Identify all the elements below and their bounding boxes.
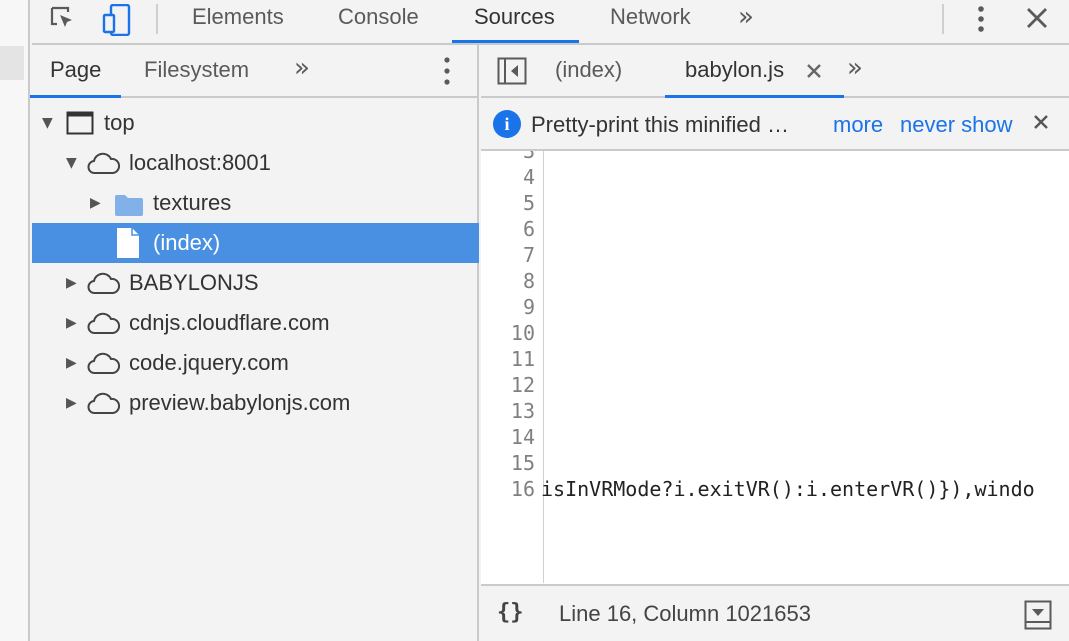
tab-elements-label: Elements [192,4,284,29]
tab-filesystem[interactable]: Filesystem [144,57,249,83]
close-infobar-icon[interactable] [1033,114,1049,135]
editor-tab-label: (index) [555,57,623,82]
infobar-never-show-link[interactable]: never show [900,112,1013,138]
close-devtools-icon[interactable] [1024,5,1054,35]
frame-icon [66,111,94,141]
kebab-menu-icon[interactable] [968,4,994,34]
left-panel-selected-row [0,46,24,80]
toggle-navigator-icon[interactable] [497,57,527,90]
more-tabs-icon[interactable]: » [294,53,310,83]
line-number: 6 [522,217,535,241]
more-tabs-icon[interactable]: » [738,2,754,32]
more-tabs-icon[interactable]: » [847,53,863,83]
line-number: 14 [510,425,535,449]
info-icon: i [493,110,521,138]
editor-statusbar: {} Line 16, Column 1021653 [481,584,1069,641]
tree-item-label: preview.babylonjs.com [129,390,351,415]
kebab-menu-icon[interactable] [436,55,458,92]
code-area[interactable]: 3 4 5 6 7 8 9 10 11 12 13 14 15 16 isInV… [481,151,1069,583]
file-icon [116,227,140,265]
navigator-tabbar: Page Filesystem » [30,45,477,98]
cloud-icon [86,312,122,342]
line-number: 12 [510,373,535,397]
toolbar-divider [156,4,158,34]
left-panel-edge [0,0,30,641]
editor-tab-babylonjs[interactable]: babylon.js [665,57,845,98]
cursor-position: Line 16, Column 1021653 [559,601,811,626]
toolbar-divider [942,4,944,34]
tree-item-textures[interactable]: ▶ textures [32,183,479,223]
tab-sources[interactable]: Sources [452,0,579,43]
inspect-element-icon[interactable] [48,4,78,34]
line-number: 9 [522,295,535,319]
collapsed-arrow-icon[interactable]: ▶ [66,383,77,423]
tree-item-babylonjs[interactable]: ▶ BABYLONJS [32,263,479,303]
collapsed-arrow-icon[interactable]: ▶ [66,303,77,343]
cloud-icon [86,152,122,182]
expanded-arrow-icon[interactable]: ▼ [42,103,53,143]
toggle-debugger-icon[interactable] [1024,600,1052,635]
tree-item-label: textures [153,190,232,215]
pretty-print-infobar: i Pretty-print this minified … more neve… [481,98,1069,151]
line-number: 10 [510,321,535,345]
close-tab-icon[interactable] [805,62,823,85]
cloud-icon [86,352,122,382]
line-number: 15 [510,451,535,475]
tree-item-cdnjs[interactable]: ▶ cdnjs.cloudflare.com [32,303,479,343]
tree-item-label: code.jquery.com [129,350,289,375]
tab-network[interactable]: Network [610,0,691,43]
tab-filesystem-label: Filesystem [144,57,250,82]
editor-tab-index[interactable]: (index) [555,57,622,83]
tab-page[interactable]: Page [30,57,122,98]
tree-item-localhost[interactable]: ▼ localhost:8001 [32,143,479,183]
tree-item-preview-babylonjs[interactable]: ▶ preview.babylonjs.com [32,383,479,423]
line-number: 8 [522,269,535,293]
tree-item-jquery[interactable]: ▶ code.jquery.com [32,343,479,383]
folder-icon [114,193,144,223]
cloud-icon [86,272,122,302]
tab-page-label: Page [50,57,102,82]
active-tab-indicator [30,95,122,98]
active-tab-indicator [452,40,579,43]
editor-tab-label: babylon.js [685,57,785,82]
infobar-more-link[interactable]: more [833,112,883,138]
tab-sources-label: Sources [474,4,555,29]
device-toolbar-icon[interactable] [102,3,132,37]
tree-item-top[interactable]: ▼ top [32,103,479,143]
line-number: 11 [510,347,535,371]
tree-item-index[interactable]: (index) [32,223,479,263]
editor-tabbar: (index) babylon.js » [481,45,1069,98]
tab-elements[interactable]: Elements [192,0,284,43]
tree-item-label: (index) [153,230,221,255]
tab-network-label: Network [610,4,691,29]
pretty-print-button[interactable]: {} [497,600,524,625]
line-number: 3 [522,151,535,163]
tree-item-label: BABYLONJS [129,270,259,295]
code-line[interactable]: isInVRMode?i.exitVR():i.enterVR()}),wind… [541,477,1035,501]
line-number: 5 [522,191,535,215]
expanded-arrow-icon[interactable]: ▼ [66,143,77,183]
collapsed-arrow-icon[interactable]: ▶ [90,183,101,223]
collapsed-arrow-icon[interactable]: ▶ [66,343,77,383]
collapsed-arrow-icon[interactable]: ▶ [66,263,77,303]
sources-navigator: Page Filesystem » ▼ top ▼ localhost:8001… [30,45,479,641]
devtools-toolbar: Elements Console Sources Network » [32,0,1069,45]
infobar-message: Pretty-print this minified … [531,112,789,137]
line-number: 4 [522,165,535,189]
tab-console-label: Console [338,4,419,29]
tab-console[interactable]: Console [338,0,419,43]
tree-item-label: localhost:8001 [129,150,271,175]
line-number: 16 [510,477,535,501]
source-editor: (index) babylon.js » i Pretty-print this… [481,45,1069,641]
line-number: 13 [510,399,535,423]
cloud-icon [86,392,122,422]
line-number: 7 [522,243,535,267]
line-number-gutter: 3 4 5 6 7 8 9 10 11 12 13 14 15 16 [481,151,544,583]
tree-item-label: top [104,110,135,135]
tree-item-label: cdnjs.cloudflare.com [129,310,330,335]
